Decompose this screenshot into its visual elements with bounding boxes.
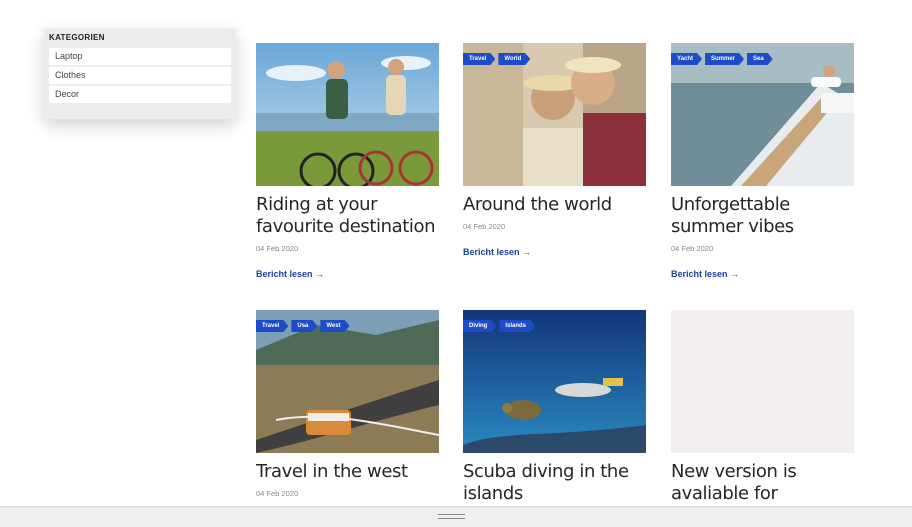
tag-travel[interactable]: Travel <box>256 320 288 332</box>
post-title[interactable]: Travel in the west <box>256 461 439 483</box>
read-more-link[interactable]: Bericht lesen → <box>463 247 531 257</box>
bottom-resize-bar[interactable] <box>0 506 912 527</box>
post-tags: Travel World <box>463 53 530 65</box>
post-card[interactable]: Travel Usa West Travel in the west 04 Fe… <box>256 310 439 498</box>
tag-travel[interactable]: Travel <box>463 53 495 65</box>
tag-yacht[interactable]: Yacht <box>671 53 702 65</box>
post-card[interactable]: Travel World Around the world 04 Feb 202… <box>463 43 646 260</box>
tag-sea[interactable]: Sea <box>747 53 773 65</box>
tag-west[interactable]: West <box>320 320 349 332</box>
post-image-yacht[interactable]: Yacht Summer Sea <box>671 43 854 186</box>
tag-diving[interactable]: Diving <box>463 320 496 332</box>
post-image-van-road[interactable]: Travel Usa West <box>256 310 439 453</box>
category-sidebar: KATEGORIEN Laptop Clothes Decor <box>44 28 236 119</box>
post-tags: Travel Usa West <box>256 320 350 332</box>
post-card[interactable]: Diving Islands Scuba diving in the islan… <box>463 310 646 505</box>
post-card[interactable]: New version is avaliable for <box>671 310 854 505</box>
post-date: 04 Feb 2020 <box>463 222 506 231</box>
post-card[interactable]: Yacht Summer Sea Unforgettable summer vi… <box>671 43 854 282</box>
post-title[interactable]: Around the world <box>463 194 646 216</box>
sidebar-title: KATEGORIEN <box>49 33 105 42</box>
post-date: 04 Feb 2020 <box>671 244 714 253</box>
post-date: 04 Feb 2020 <box>256 489 299 498</box>
post-tags: Diving Islands <box>463 320 535 332</box>
post-card[interactable]: Riding at your favourite destination 04 … <box>256 43 439 282</box>
post-image-scuba[interactable]: Diving Islands <box>463 310 646 453</box>
sidebar-item-clothes[interactable]: Clothes <box>49 67 231 84</box>
sidebar-item-laptop[interactable]: Laptop <box>49 48 231 65</box>
post-date: 04 Feb 2020 <box>256 244 299 253</box>
post-image-placeholder[interactable] <box>671 310 854 453</box>
post-title[interactable]: Scuba diving in the islands <box>463 461 646 505</box>
post-tags: Yacht Summer Sea <box>671 53 773 65</box>
post-title[interactable]: New version is avaliable for <box>671 461 854 505</box>
read-more-link[interactable]: Bericht lesen → <box>671 269 739 279</box>
read-more-link[interactable]: Bericht lesen → <box>256 269 324 279</box>
tag-islands[interactable]: Islands <box>499 320 535 332</box>
drag-handle-icon[interactable] <box>438 514 465 520</box>
tag-summer[interactable]: Summer <box>705 53 744 65</box>
sidebar-item-decor[interactable]: Decor <box>49 86 231 103</box>
post-title[interactable]: Unforgettable summer vibes <box>671 194 854 238</box>
post-image-travelers[interactable]: Travel World <box>463 43 646 186</box>
tag-usa[interactable]: Usa <box>291 320 317 332</box>
post-image-cyclists[interactable] <box>256 43 439 186</box>
post-title[interactable]: Riding at your favourite destination <box>256 194 439 238</box>
tag-world[interactable]: World <box>498 53 530 65</box>
